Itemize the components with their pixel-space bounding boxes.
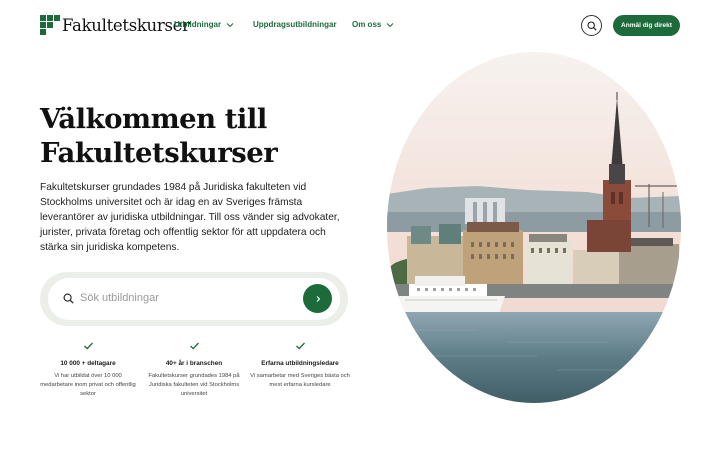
chevron-down-icon [226, 22, 234, 27]
feature-description: Vi har utbildat över 10 000 medarbetare … [40, 373, 136, 397]
chevron-down-icon [386, 22, 394, 27]
feature-title: Erfarna utbildningsledare [261, 360, 339, 367]
check-icon [189, 342, 199, 350]
site-header: Fakultetskurser Utbildningar Uppdragsutb… [0, 0, 720, 52]
search-input[interactable]: Sök utbildningar [48, 278, 340, 320]
feature-description: Vi samarbetar med Sveriges bästa och mes… [250, 373, 350, 388]
logo-text: Fakultetskurser [62, 15, 190, 35]
register-button[interactable]: Anmäl dig direkt [613, 15, 680, 36]
nav-label: Uppdragsutbildningar [253, 20, 337, 29]
city-skyline-illustration [387, 52, 681, 403]
intro-text: Fakultetskurser grundades 1984 på Juridi… [40, 182, 340, 253]
check-icon [83, 342, 93, 350]
feature-years: 40+ år i branschen Fakultetskurser grund… [144, 340, 244, 399]
nav-label: Om oss [352, 20, 382, 29]
course-search: Sök utbildningar [40, 272, 348, 326]
check-icon [295, 342, 305, 350]
search-icon [586, 20, 597, 31]
feature-title: 40+ år i branschen [165, 360, 223, 367]
header-search-button[interactable] [581, 15, 602, 36]
search-icon [63, 293, 74, 304]
title-line: Välkommen till [40, 103, 267, 135]
page-title: Välkommen till Fakultetskurser [40, 102, 360, 170]
search-placeholder: Sök utbildningar [80, 292, 159, 304]
nav-label: Utbildningar [174, 20, 222, 29]
search-submit-button[interactable] [303, 284, 332, 313]
nav-item-om-oss[interactable]: Om oss [352, 20, 394, 29]
hero-image [387, 52, 681, 403]
title-line: Fakultetskurser [40, 137, 278, 169]
logo[interactable]: Fakultetskurser [40, 15, 190, 35]
feature-title: 10 000 + deltagare [60, 360, 116, 367]
nav-item-uppdragsutbildningar[interactable]: Uppdragsutbildningar [253, 20, 337, 29]
chevron-right-icon [316, 295, 320, 302]
feature-instructors: Erfarna utbildningsledare Vi samarbetar … [250, 340, 350, 390]
feature-description: Fakultetskurser grundades 1984 på Juridi… [148, 373, 240, 397]
feature-participants: 10 000 + deltagare Vi har utbildat över … [38, 340, 138, 399]
nav-item-utbildningar[interactable]: Utbildningar [174, 20, 234, 29]
logo-mark-icon [40, 15, 60, 35]
